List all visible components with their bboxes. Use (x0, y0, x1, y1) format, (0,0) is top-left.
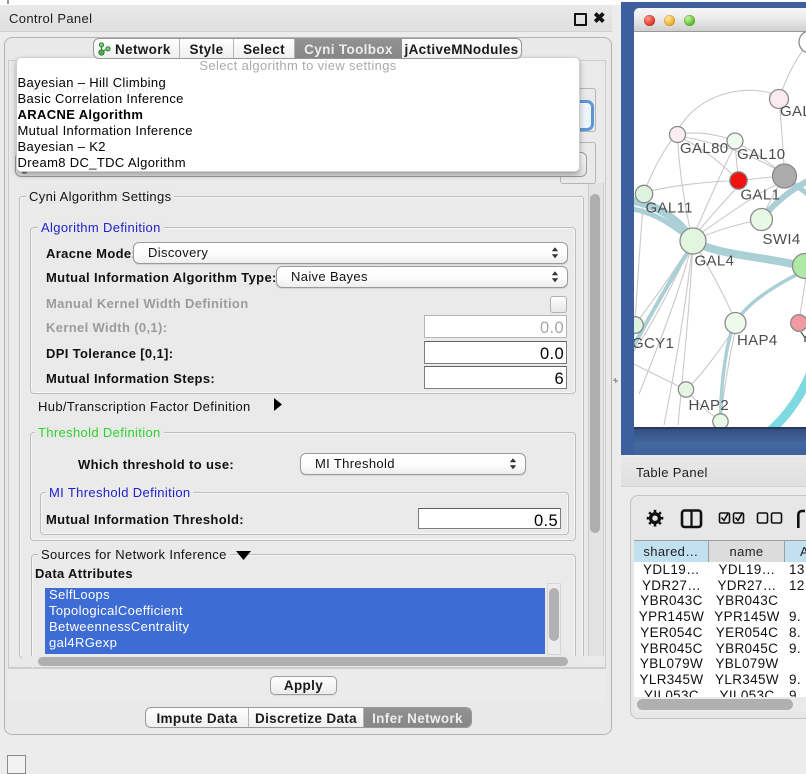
svg-text:GCY1: GCY1 (634, 335, 674, 352)
svg-text:GAL1: GAL1 (741, 187, 781, 204)
svg-text:GAL11: GAL11 (646, 200, 693, 217)
svg-text:SWI4: SWI4 (763, 231, 801, 248)
svg-text:GAL2: GAL2 (780, 103, 806, 120)
svg-text:YM: YM (800, 329, 806, 346)
svg-text:GAL80: GAL80 (680, 140, 728, 157)
svg-text:GAL10: GAL10 (737, 146, 785, 163)
svg-text:HAP4: HAP4 (737, 332, 778, 349)
svg-text:GAL4: GAL4 (695, 253, 735, 270)
svg-text:HAP2: HAP2 (689, 397, 730, 414)
